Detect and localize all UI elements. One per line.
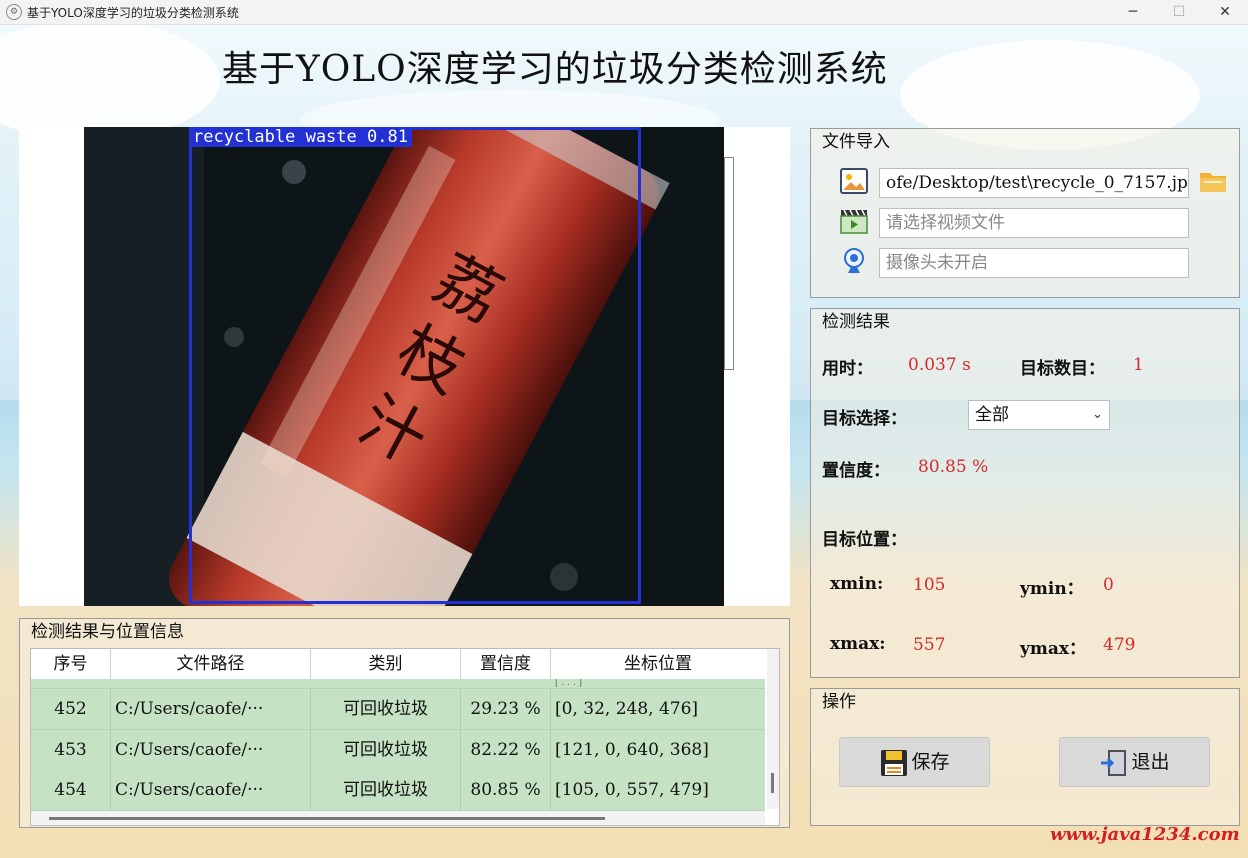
detection-label: recyclable waste 0.81 xyxy=(189,127,412,147)
cell-coordinates: [0, 32, 248, 476] xyxy=(555,699,699,719)
cell-index: 454 xyxy=(31,770,111,810)
cell-file-path: C:/Users/caofe/··· xyxy=(111,770,311,810)
cell-category: 可回收垃圾 xyxy=(311,770,461,810)
results-table[interactable]: 序号 文件路径 类别 置信度 坐标位置 [ . . . ] 452 C:/Use… xyxy=(30,648,780,826)
image-path-field[interactable]: ofe/Desktop/test\recycle_0_7157.jpg xyxy=(879,168,1189,198)
cell-coordinates: [ . . . ] xyxy=(555,679,583,688)
confidence-value: 80.85 % xyxy=(918,457,989,477)
detection-results-title: 检测结果 xyxy=(822,312,890,332)
target-count-value: 1 xyxy=(1133,355,1144,375)
detection-bounding-box xyxy=(189,127,641,604)
time-label: 用时： xyxy=(822,359,873,379)
ymax-value: 479 xyxy=(1103,635,1136,655)
ymin-label: ymin： xyxy=(1020,579,1084,599)
folder-icon[interactable] xyxy=(1198,166,1228,196)
cell-confidence: 80.85 % xyxy=(461,770,551,810)
target-count-label: 目标数目： xyxy=(1020,359,1105,379)
xmax-value: 557 xyxy=(913,635,946,655)
cell-index: 452 xyxy=(31,689,111,729)
minimize-button[interactable]: ─ xyxy=(1110,0,1156,24)
ymin-value: 0 xyxy=(1103,575,1114,595)
exit-button-label: 退出 xyxy=(1131,751,1170,773)
save-button-label: 保存 xyxy=(911,751,950,773)
cell-coordinates: [121, 0, 640, 368] xyxy=(555,740,709,760)
confidence-label: 置信度： xyxy=(822,461,890,481)
video-path-field[interactable]: 请选择视频文件 xyxy=(879,208,1189,238)
table-row[interactable]: 454 C:/Users/caofe/··· 可回收垃圾 80.85 % [10… xyxy=(31,770,765,811)
app-icon: ⚙ xyxy=(6,4,22,20)
table-header: 序号 文件路径 类别 置信度 坐标位置 xyxy=(31,649,765,680)
time-value: 0.037 s xyxy=(908,355,971,375)
horizontal-scroll-thumb[interactable] xyxy=(49,817,605,820)
file-import-title: 文件导入 xyxy=(822,132,890,152)
exit-door-icon xyxy=(1101,750,1127,776)
target-select-value: 全部 xyxy=(975,405,1009,425)
camera-icon[interactable] xyxy=(840,247,868,275)
table-row[interactable]: 452 C:/Users/caofe/··· 可回收垃圾 29.23 % [0,… xyxy=(31,689,765,730)
exit-button[interactable]: 退出 xyxy=(1059,737,1210,787)
operations-title: 操作 xyxy=(822,692,856,712)
window-titlebar: ⚙ 基于YOLO深度学习的垃圾分类检测系统 ─ ☐ ✕ xyxy=(0,0,1248,25)
vertical-scrollbar[interactable] xyxy=(767,649,779,809)
xmax-label: xmax: xyxy=(830,634,886,654)
video-file-icon[interactable] xyxy=(840,207,868,235)
vertical-scroll-thumb[interactable] xyxy=(771,773,774,793)
xmin-label: xmin: xyxy=(830,574,884,594)
table-row-partial[interactable]: [ . . . ] xyxy=(31,679,765,689)
xmin-value: 105 xyxy=(913,575,946,595)
image-file-icon[interactable] xyxy=(840,167,868,195)
results-table-title: 检测结果与位置信息 xyxy=(31,622,184,642)
cell-confidence: 82.22 % xyxy=(461,730,551,770)
cell-file-path: C:/Users/caofe/··· xyxy=(111,689,311,729)
header-coordinates[interactable]: 坐标位置 xyxy=(551,649,765,679)
cell-category: 可回收垃圾 xyxy=(311,730,461,770)
horizontal-scrollbar[interactable] xyxy=(31,811,765,825)
camera-status-field[interactable]: 摄像头未开启 xyxy=(879,248,1189,278)
maximize-button[interactable]: ☐ xyxy=(1156,0,1202,24)
header-file-path[interactable]: 文件路径 xyxy=(111,649,311,679)
cell-confidence: 29.23 % xyxy=(461,689,551,729)
ymax-label: ymax： xyxy=(1020,639,1087,659)
image-edge-marker xyxy=(724,157,734,370)
save-icon xyxy=(881,750,908,776)
header-index[interactable]: 序号 xyxy=(31,649,111,679)
cell-coordinates: [105, 0, 557, 479] xyxy=(555,780,709,800)
cell-file-path: C:/Users/caofe/··· xyxy=(111,730,311,770)
cell-category: 可回收垃圾 xyxy=(311,689,461,729)
target-select-dropdown[interactable]: 全部 ⌄ xyxy=(968,400,1110,430)
cell-index: 453 xyxy=(31,730,111,770)
header-confidence[interactable]: 置信度 xyxy=(461,649,551,679)
table-row[interactable]: 453 C:/Users/caofe/··· 可回收垃圾 82.22 % [12… xyxy=(31,730,765,771)
window-title: 基于YOLO深度学习的垃圾分类检测系统 xyxy=(27,6,239,20)
close-button[interactable]: ✕ xyxy=(1202,0,1248,24)
page-title: 基于YOLO深度学习的垃圾分类检测系统 xyxy=(222,49,888,90)
header-category[interactable]: 类别 xyxy=(311,649,461,679)
chevron-down-icon: ⌄ xyxy=(1092,407,1103,422)
target-position-label: 目标位置： xyxy=(822,530,907,550)
watermark: www.java1234.com xyxy=(1050,824,1240,845)
target-select-label: 目标选择： xyxy=(822,409,907,429)
save-button[interactable]: 保存 xyxy=(839,737,990,787)
detection-image: 荔 枝 汁 recyclable waste 0.81 xyxy=(84,127,724,606)
